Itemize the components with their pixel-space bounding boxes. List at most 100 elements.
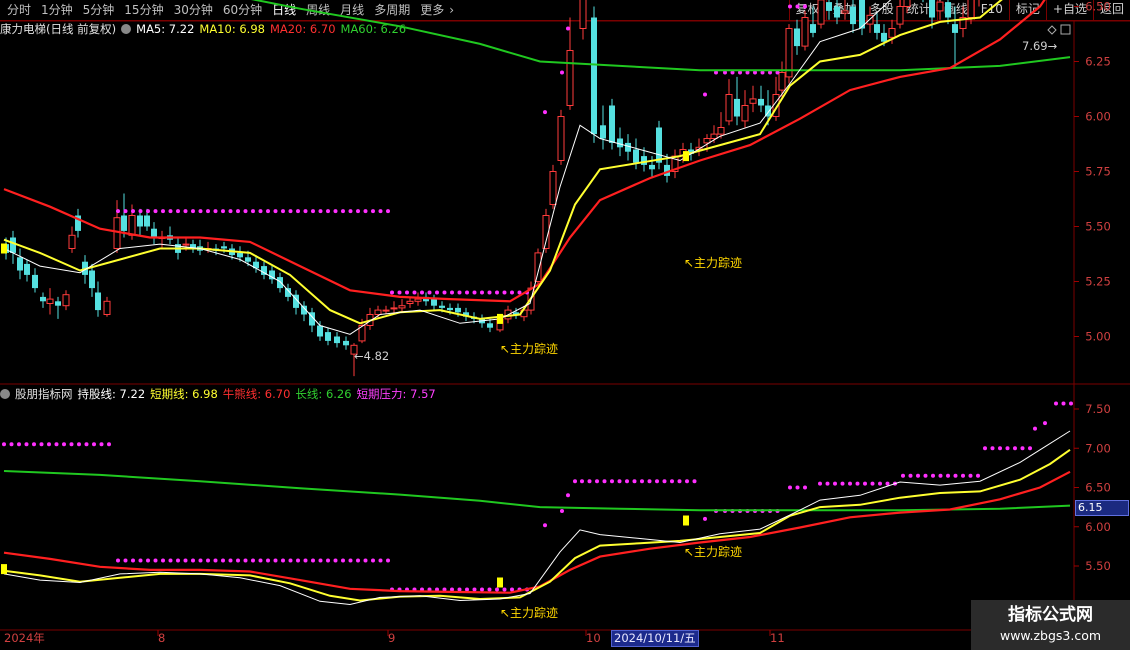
- candle-body-down: [55, 301, 61, 306]
- tab-period-4[interactable]: 30分钟: [169, 0, 218, 20]
- sub-pressure-dot: [566, 493, 570, 498]
- sub-pressure-dot: [32, 442, 36, 447]
- main-pressure-dot: [341, 209, 345, 214]
- sub-pressure-dot: [378, 558, 383, 563]
- price-axis-label: 6.25: [1085, 55, 1111, 69]
- sub-pressure-dot: [775, 509, 780, 513]
- toolbar-button-5[interactable]: F10: [973, 0, 1009, 20]
- tab-period-0[interactable]: 分时: [2, 0, 36, 20]
- candle-body-down: [325, 332, 331, 341]
- sub-pressure-dot: [273, 558, 278, 563]
- candle-body-down: [664, 164, 670, 176]
- sub-pressure-dot: [442, 587, 447, 592]
- candle-body-down: [40, 296, 46, 302]
- main-pressure-dot: [123, 209, 128, 214]
- sub-pressure-dot: [146, 558, 150, 563]
- tab-period-10[interactable]: 更多: [415, 0, 449, 20]
- main-pressure-dot: [543, 110, 547, 115]
- sub-pressure-dot: [1054, 401, 1058, 406]
- sub-pressure-dot: [333, 558, 338, 563]
- candle-body-up: [204, 248, 212, 250]
- ma60-value: MA60: 6.26: [340, 22, 407, 36]
- sub-pressure-dot: [138, 558, 143, 563]
- candle-body-down: [167, 235, 173, 240]
- candle-body-down: [137, 215, 143, 227]
- candle-body-down: [95, 292, 101, 311]
- sub-pressure-dot: [602, 479, 607, 484]
- main-pressure-dot: [251, 209, 255, 214]
- sub-pressure-dot: [745, 509, 750, 513]
- candle-body-down: [952, 24, 958, 33]
- sub-pressure-dot: [191, 558, 195, 563]
- sub-pressure-dot: [723, 509, 727, 513]
- candle-body-down: [471, 316, 477, 319]
- tab-period-1[interactable]: 1分钟: [36, 0, 78, 20]
- chevron-down-icon[interactable]: [0, 388, 10, 399]
- tab-period-3[interactable]: 15分钟: [119, 0, 168, 20]
- watermark: 指标公式网 www.zbgs3.com: [971, 600, 1130, 650]
- tab-period-6[interactable]: 日线: [267, 0, 301, 20]
- watermark-url: www.zbgs3.com: [999, 628, 1102, 643]
- candle-body-down: [794, 28, 800, 47]
- candle-body-up: [549, 171, 557, 205]
- sub-pressure-dot: [640, 479, 644, 484]
- tab-period-5[interactable]: 60分钟: [218, 0, 267, 20]
- main-pressure-dot: [318, 209, 323, 214]
- candle-body-down: [343, 340, 349, 346]
- main-pressure-dot: [228, 209, 233, 214]
- candle-body-down: [144, 215, 150, 227]
- sub-pressure-dot: [825, 481, 830, 486]
- sub-pressure-dot: [502, 587, 507, 592]
- main-pressure-dot: [258, 209, 263, 214]
- sub-pressure-dot: [788, 485, 792, 490]
- toolbar-button-1[interactable]: 叠加: [825, 0, 863, 20]
- toolbar-button-7[interactable]: +自选: [1045, 0, 1093, 20]
- toolbar-button-4[interactable]: 画线: [936, 0, 974, 20]
- chevron-right-icon[interactable]: ›: [449, 0, 459, 20]
- toolbar-button-6[interactable]: 标记: [1008, 0, 1046, 20]
- main-pressure-dot: [775, 70, 780, 75]
- toolbar-button-3[interactable]: 统计: [899, 0, 937, 20]
- tab-period-8[interactable]: 月线: [335, 0, 369, 20]
- sub-pressure-dot: [123, 558, 128, 563]
- toolbar-button-0[interactable]: 复权: [788, 0, 826, 20]
- main-pressure-dot: [326, 209, 330, 214]
- tab-period-7[interactable]: 周线: [301, 0, 335, 20]
- toolbar-button-8[interactable]: 返回: [1092, 0, 1130, 20]
- sub-pressure-dot: [296, 558, 300, 563]
- main-pressure-dot: [753, 70, 757, 75]
- candle-body-down: [810, 24, 816, 33]
- sub-ma20-line: [3, 470, 1071, 594]
- sub-pressure-dot: [390, 587, 394, 592]
- candle-body-up: [158, 237, 166, 239]
- sub-pressure-dot: [24, 442, 29, 447]
- main-ma20-line: [3, 0, 1046, 303]
- candle-body-down: [277, 277, 283, 289]
- candle-body-down: [32, 274, 38, 289]
- main-pressure-dot: [760, 70, 765, 75]
- candle-body-up: [703, 138, 711, 144]
- sub-pressure-dot: [412, 587, 417, 592]
- price-axis-label: 5.00: [1085, 330, 1111, 344]
- chevron-down-icon[interactable]: [121, 23, 132, 34]
- sub-pressure-dot: [39, 442, 44, 447]
- candle-body-up: [520, 309, 528, 318]
- sub-pressure-dot: [931, 473, 935, 478]
- tab-period-9[interactable]: 多周期: [369, 0, 415, 20]
- candle-body-down: [641, 156, 647, 165]
- indicator-name: 股朋指标网: [15, 387, 73, 401]
- candle-body-down: [269, 270, 275, 280]
- sub-pressure-dot: [946, 473, 950, 478]
- candle-body-up: [46, 298, 54, 305]
- toolbar-button-2[interactable]: 多股: [862, 0, 900, 20]
- candle-body-down: [197, 246, 203, 251]
- tab-period-2[interactable]: 5分钟: [78, 0, 120, 20]
- sub-pressure-dot: [510, 587, 514, 592]
- sub-pressure-dot: [655, 479, 659, 484]
- main-pressure-dot: [363, 209, 368, 214]
- main-pressure-dot: [371, 209, 375, 214]
- sub-pressure-dot: [768, 509, 772, 513]
- candle-body-down: [213, 248, 219, 251]
- sub-pressure-dot: [183, 558, 188, 563]
- candle-body-down: [688, 149, 694, 154]
